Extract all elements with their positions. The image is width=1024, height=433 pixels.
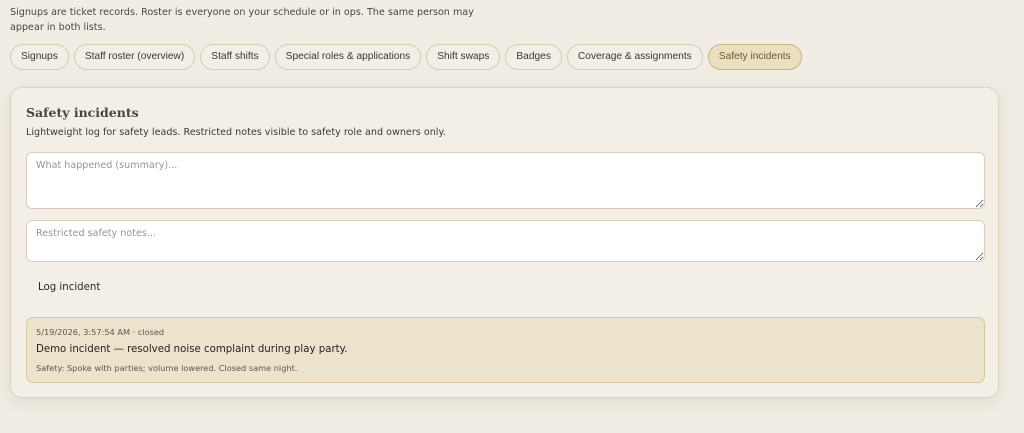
incident-summary-input[interactable] xyxy=(26,152,985,209)
incident-meta: 5/19/2026, 3:57:54 AM · closed xyxy=(36,327,165,337)
panel-title: Safety incidents xyxy=(26,105,139,120)
tab-special-roles[interactable]: Special roles & applications xyxy=(274,44,422,70)
tab-staff-shifts[interactable]: Staff shifts xyxy=(200,44,270,70)
tab-safety-incidents[interactable]: Safety incidents xyxy=(707,44,802,70)
section-tabs: Signups Staff roster (overview) Staff sh… xyxy=(10,44,802,70)
log-incident-button[interactable]: Log incident xyxy=(31,276,107,298)
tab-signups[interactable]: Signups xyxy=(10,44,69,70)
tab-badges[interactable]: Badges xyxy=(505,44,562,70)
incident-title: Demo incident — resolved noise complaint… xyxy=(36,344,348,355)
incident-item: 5/19/2026, 3:57:54 AM · closed Demo inci… xyxy=(26,317,985,383)
incident-notes: Safety: Spoke with parties; volume lower… xyxy=(36,363,298,373)
restricted-notes-input[interactable] xyxy=(26,220,985,262)
tab-coverage[interactable]: Coverage & assignments xyxy=(566,44,703,70)
intro-text: Signups are ticket records. Roster is ev… xyxy=(10,7,474,33)
safety-incidents-panel: Safety incidents Lightweight log for saf… xyxy=(10,87,999,398)
tab-staff-roster[interactable]: Staff roster (overview) xyxy=(73,44,196,70)
panel-description: Lightweight log for safety leads. Restri… xyxy=(26,127,446,138)
tab-shift-swaps[interactable]: Shift swaps xyxy=(426,44,501,70)
